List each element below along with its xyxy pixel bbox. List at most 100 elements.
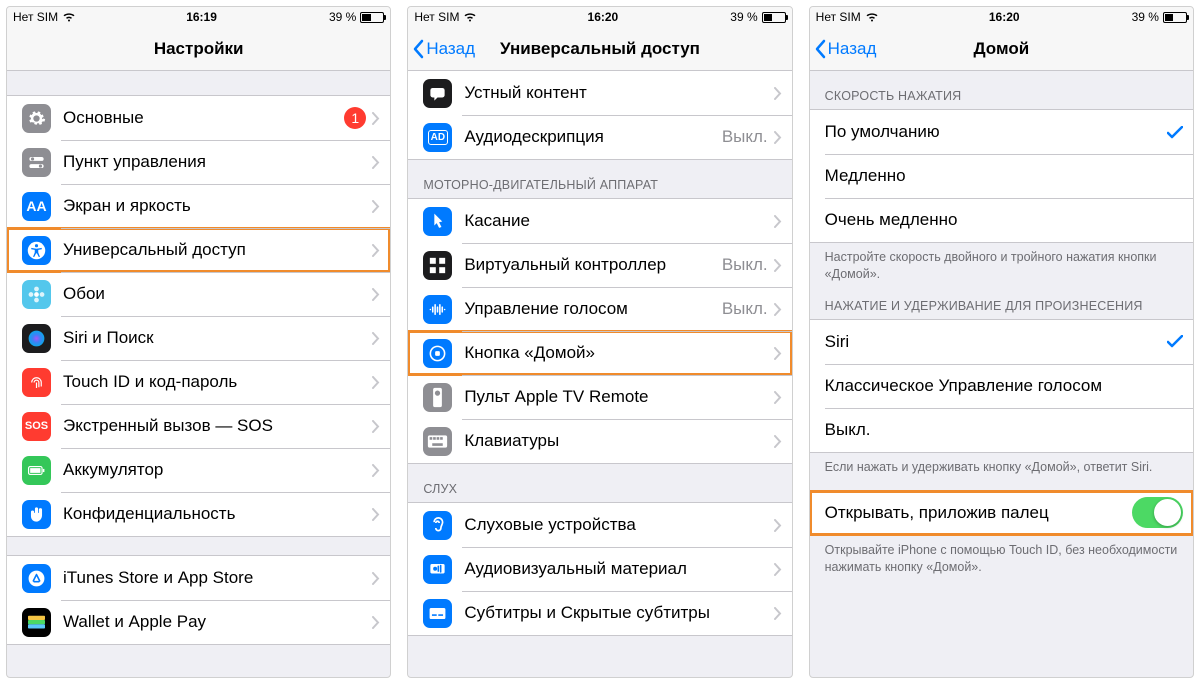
row-general[interactable]: Основные1: [7, 96, 390, 140]
grid-icon: [423, 251, 452, 280]
option-row[interactable]: По умолчанию: [810, 110, 1193, 154]
row-label: Субтитры и Скрытые субтитры: [464, 603, 773, 623]
row-value: Выкл.: [722, 255, 768, 275]
clock: 16:20: [989, 10, 1020, 24]
aa-icon: AA: [22, 192, 51, 221]
row-siri[interactable]: Siri и Поиск: [7, 316, 390, 360]
row-label: Siri и Поиск: [63, 328, 372, 348]
sos-icon: SOS: [22, 412, 51, 441]
wallet-icon: [22, 608, 51, 637]
option-row[interactable]: Классическое Управление голосом: [810, 364, 1193, 408]
row-touchid[interactable]: Touch ID и код-пароль: [7, 360, 390, 404]
group-vision-cont: Устный контентADАудиодескрипцияВыкл.: [408, 71, 791, 160]
row-label: Виртуальный контроллер: [464, 255, 721, 275]
row-label: Аккумулятор: [63, 460, 372, 480]
row-label: Основные: [63, 108, 344, 128]
settings-group-2: iTunes Store и App Store Wallet и Apple P…: [7, 555, 390, 645]
row-label: Аудиодескрипция: [464, 127, 721, 147]
battery-pct: 39 %: [1132, 10, 1159, 24]
battery-pct: 39 %: [730, 10, 757, 24]
screen-accessibility: Нет SIM 16:20 39 % Назад Универсальный д…: [407, 6, 792, 678]
switches-icon: [22, 148, 51, 177]
row-value: Выкл.: [722, 299, 768, 319]
voicewave-icon: [423, 295, 452, 324]
carrier-label: Нет SIM: [816, 10, 861, 24]
row-sos[interactable]: SOS Экстренный вызов — SOS: [7, 404, 390, 448]
section-footer-hold: Если нажать и удерживать кнопку «Домой»,…: [810, 453, 1193, 480]
wifi-icon: [62, 12, 74, 22]
option-row[interactable]: Выкл.: [810, 408, 1193, 452]
row-switch-control[interactable]: Виртуальный контроллерВыкл.: [408, 243, 791, 287]
row-subtitles[interactable]: Субтитры и Скрытые субтитры: [408, 591, 791, 635]
option-row[interactable]: Медленно: [810, 154, 1193, 198]
row-label: iTunes Store и App Store: [63, 568, 372, 588]
section-footer-speed: Настройте скорость двойного и тройного н…: [810, 243, 1193, 287]
row-itunes[interactable]: iTunes Store и App Store: [7, 556, 390, 600]
carrier-label: Нет SIM: [13, 10, 58, 24]
row-spoken-content[interactable]: Устный контент: [408, 71, 791, 115]
pointer-icon: [423, 207, 452, 236]
row-voice-control[interactable]: Управление голосомВыкл.: [408, 287, 791, 331]
row-wallpaper[interactable]: Обои: [7, 272, 390, 316]
row-keyboards[interactable]: Клавиатуры: [408, 419, 791, 463]
row-touch[interactable]: Касание: [408, 199, 791, 243]
battery-icon: [762, 12, 786, 23]
row-privacy[interactable]: Конфиденциальность: [7, 492, 390, 536]
row-label: Слуховые устройства: [464, 515, 773, 535]
row-battery[interactable]: Аккумулятор: [7, 448, 390, 492]
battery-icon: [22, 456, 51, 485]
row-accessibility[interactable]: Универсальный доступ: [7, 228, 390, 272]
option-label: Очень медленно: [825, 210, 1183, 230]
clock: 16:20: [588, 10, 619, 24]
group-press-hold: Siri Классическое Управление голосом Выкл.: [810, 319, 1193, 453]
row-rest-finger[interactable]: Открывать, приложив палец: [810, 491, 1193, 535]
speech-icon: [423, 79, 452, 108]
row-label: Касание: [464, 211, 773, 231]
row-display[interactable]: AA Экран и яркость: [7, 184, 390, 228]
section-header-speed: СКОРОСТЬ НАЖАТИЯ: [810, 71, 1193, 109]
row-label: Управление голосом: [464, 299, 721, 319]
row-wallet[interactable]: Wallet и Apple Pay: [7, 600, 390, 644]
section-header-hearing: СЛУХ: [408, 464, 791, 502]
status-bar: Нет SIM 16:19 39 %: [7, 7, 390, 27]
keyboard-icon: [423, 427, 452, 456]
row-audio-description[interactable]: ADАудиодескрипцияВыкл.: [408, 115, 791, 159]
screen-settings: Нет SIM 16:19 39 % Настройки Основные1Пу…: [6, 6, 391, 678]
row-label: Пункт управления: [63, 152, 372, 172]
status-bar: Нет SIM 16:20 39 %: [810, 7, 1193, 27]
rest-finger-toggle[interactable]: [1132, 497, 1183, 528]
group-click-speed: По умолчаниюМедленно Очень медленно: [810, 109, 1193, 243]
back-button[interactable]: Назад: [408, 39, 475, 59]
row-label: Кнопка «Домой»: [464, 343, 773, 363]
ear-icon: [423, 511, 452, 540]
row-label: Пульт Apple TV Remote: [464, 387, 773, 407]
sub-icon: [423, 599, 452, 628]
back-label: Назад: [426, 39, 475, 59]
battery-pct: 39 %: [329, 10, 356, 24]
back-button[interactable]: Назад: [810, 39, 877, 59]
carrier-label: Нет SIM: [414, 10, 459, 24]
row-apple-tv-remote[interactable]: Пульт Apple TV Remote: [408, 375, 791, 419]
row-control-center[interactable]: Пункт управления: [7, 140, 390, 184]
remote-icon: [423, 383, 452, 412]
wifi-icon: [463, 12, 475, 22]
row-label: Touch ID и код-пароль: [63, 372, 372, 392]
status-bar: Нет SIM 16:20 39 %: [408, 7, 791, 27]
row-audiovisual[interactable]: Аудиовизуальный материал: [408, 547, 791, 591]
clock: 16:19: [186, 10, 217, 24]
row-hearing-devices[interactable]: Слуховые устройства: [408, 503, 791, 547]
row-home-button[interactable]: Кнопка «Домой»: [408, 331, 791, 375]
option-row[interactable]: Siri: [810, 320, 1193, 364]
flower-icon: [22, 280, 51, 309]
battery-icon: [360, 12, 384, 23]
hand-icon: [22, 500, 51, 529]
row-label: Экстренный вызов — SOS: [63, 416, 372, 436]
option-label: Классическое Управление голосом: [825, 376, 1183, 396]
option-label: Выкл.: [825, 420, 1183, 440]
back-label: Назад: [828, 39, 877, 59]
row-label: Экран и яркость: [63, 196, 372, 216]
home-icon: [423, 339, 452, 368]
row-label: Обои: [63, 284, 372, 304]
option-row[interactable]: Очень медленно: [810, 198, 1193, 242]
section-header-hold: НАЖАТИЕ И УДЕРЖИВАНИЕ ДЛЯ ПРОИЗНЕСЕНИЯ: [810, 287, 1193, 319]
